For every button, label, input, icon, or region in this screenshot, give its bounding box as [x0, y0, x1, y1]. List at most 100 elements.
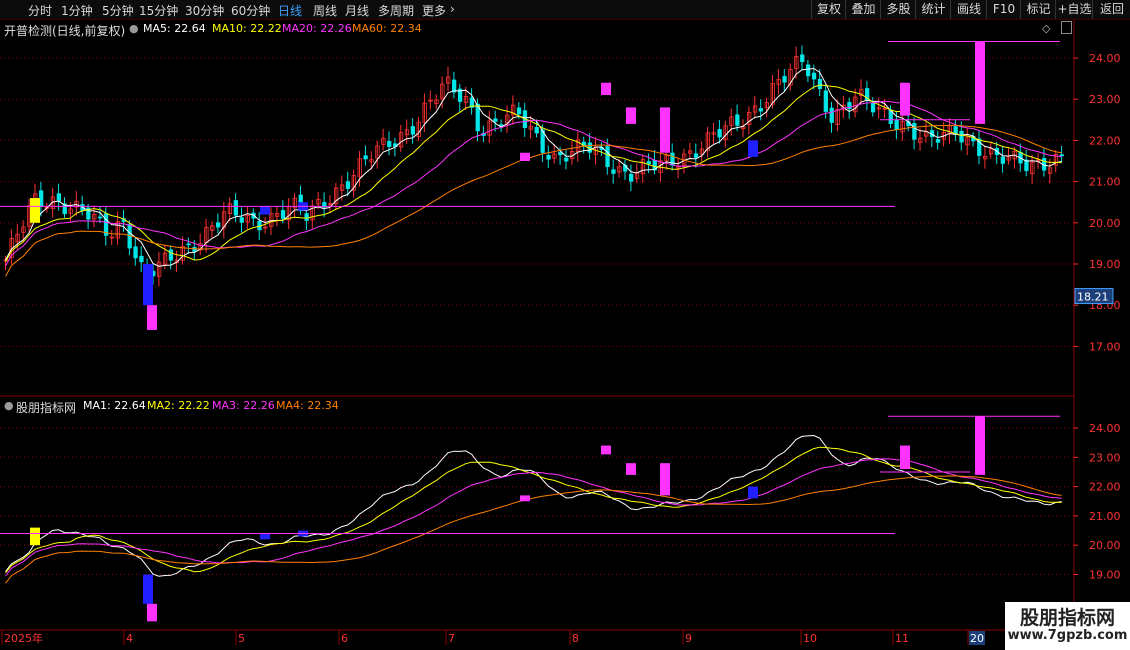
- signal-block: [143, 264, 153, 306]
- candles: [3, 45, 1064, 287]
- main-axis-label: 19.00: [1089, 258, 1121, 271]
- sub-signal-block: [626, 463, 636, 475]
- sub-ma20-line: [5, 458, 1062, 577]
- candle-body: [410, 126, 416, 135]
- candle-body: [215, 222, 221, 228]
- x-axis-label: 20: [970, 632, 984, 645]
- candle-body: [534, 127, 539, 134]
- candle-body: [1000, 156, 1005, 164]
- candle-body: [717, 129, 722, 138]
- candle-body: [758, 108, 764, 112]
- candle-body: [782, 76, 787, 83]
- sub-signal-block: [975, 416, 985, 475]
- candle-body: [564, 157, 569, 162]
- main-axis-label: 22.00: [1089, 134, 1121, 147]
- signal-block: [260, 206, 270, 215]
- sub-signal-block: [900, 445, 910, 470]
- candle-body: [735, 114, 740, 126]
- signal-block: [900, 82, 910, 116]
- candle-body: [186, 243, 191, 246]
- main-ma20-line: [5, 100, 1062, 267]
- sub-ma60-line: [5, 475, 1062, 584]
- candle-body: [817, 78, 823, 90]
- candle-body: [800, 54, 805, 63]
- current-price-label: 18.21: [1077, 291, 1109, 304]
- watermark-logo: 股朋指标网 www.7gpzb.com: [1005, 602, 1130, 650]
- x-axis-label: 8: [572, 632, 579, 645]
- candle-body: [280, 210, 286, 219]
- sub-signal-block: [520, 495, 530, 502]
- sub-axis-label: 24.00: [1089, 422, 1121, 435]
- candle-body: [912, 123, 917, 140]
- diamond-icon[interactable]: ◇: [1042, 22, 1050, 35]
- candle-body: [629, 173, 634, 182]
- signal-block: [520, 152, 530, 161]
- sub-signal-block: [147, 603, 157, 622]
- sub-signal-block: [260, 533, 270, 540]
- candle-body: [605, 146, 610, 168]
- candle-body: [829, 107, 834, 123]
- logo-url: www.7gpzb.com: [1007, 628, 1128, 643]
- x-axis-label: 7: [448, 632, 455, 645]
- candle-body: [646, 161, 651, 165]
- sub-axis-label: 23.00: [1089, 451, 1121, 464]
- main-axis-label: 21.00: [1089, 176, 1121, 189]
- main-axis-label: 20.00: [1089, 217, 1121, 230]
- candle-body: [387, 140, 392, 147]
- sub-signal-block: [660, 463, 670, 496]
- signal-block: [626, 107, 636, 124]
- candle-body: [959, 130, 964, 143]
- candle-body: [98, 216, 103, 219]
- candle-body: [693, 153, 699, 158]
- candle-body: [304, 213, 309, 221]
- candle-body: [516, 107, 522, 115]
- sub-signal-block: [601, 445, 611, 455]
- logo-title: 股朋指标网: [1019, 607, 1115, 629]
- candle-body: [139, 255, 144, 263]
- signal-block: [748, 140, 758, 157]
- candle-body: [1024, 159, 1029, 172]
- x-axis-label: 5: [238, 632, 245, 645]
- candle-body: [239, 217, 244, 223]
- candle-body: [168, 249, 174, 261]
- signal-block: [601, 82, 611, 96]
- candle-body: [894, 119, 899, 130]
- candle-body: [363, 155, 368, 160]
- x-axis-label: 4: [126, 632, 133, 645]
- x-axis-label: 2025年: [4, 631, 43, 645]
- x-axis-label: 10: [803, 632, 817, 645]
- candle-body: [493, 118, 498, 122]
- candle-body: [546, 155, 551, 160]
- candle-body: [870, 102, 876, 113]
- kline-chart[interactable]: 24.0023.0022.0021.0020.0019.0018.0017.00…: [0, 0, 1130, 650]
- main-axis-label: 23.00: [1089, 93, 1121, 106]
- candle-body: [345, 181, 351, 189]
- sub-signal-block: [30, 527, 40, 546]
- candle-body: [823, 90, 828, 112]
- signal-block: [30, 198, 40, 223]
- candle-body: [811, 72, 817, 80]
- candle-body: [935, 139, 941, 143]
- x-axis-label: 9: [685, 632, 692, 645]
- candle-body: [1059, 154, 1064, 157]
- signal-block: [660, 107, 670, 153]
- candle-body: [233, 200, 239, 216]
- candle-body: [806, 64, 811, 77]
- candle-body: [611, 169, 616, 174]
- signal-block: [975, 41, 985, 124]
- x-axis-label: 6: [341, 632, 348, 645]
- sub-axis-label: 20.00: [1089, 539, 1121, 552]
- x-axis-label: 11: [895, 632, 909, 645]
- sub-axis-label: 19.00: [1089, 569, 1121, 582]
- candle-body: [133, 246, 138, 259]
- candle-body: [192, 246, 197, 252]
- panel-toggle-icon[interactable]: [1061, 21, 1072, 34]
- main-axis-label: 24.00: [1089, 52, 1121, 65]
- sub-signal-block: [748, 486, 758, 499]
- main-axis-label: 17.00: [1089, 340, 1121, 353]
- main-ma60-line: [5, 124, 1062, 277]
- sub-axis-label: 21.00: [1089, 510, 1121, 523]
- sub-signal-block: [143, 574, 153, 604]
- signal-block: [147, 305, 157, 330]
- sub-axis-label: 22.00: [1089, 481, 1121, 494]
